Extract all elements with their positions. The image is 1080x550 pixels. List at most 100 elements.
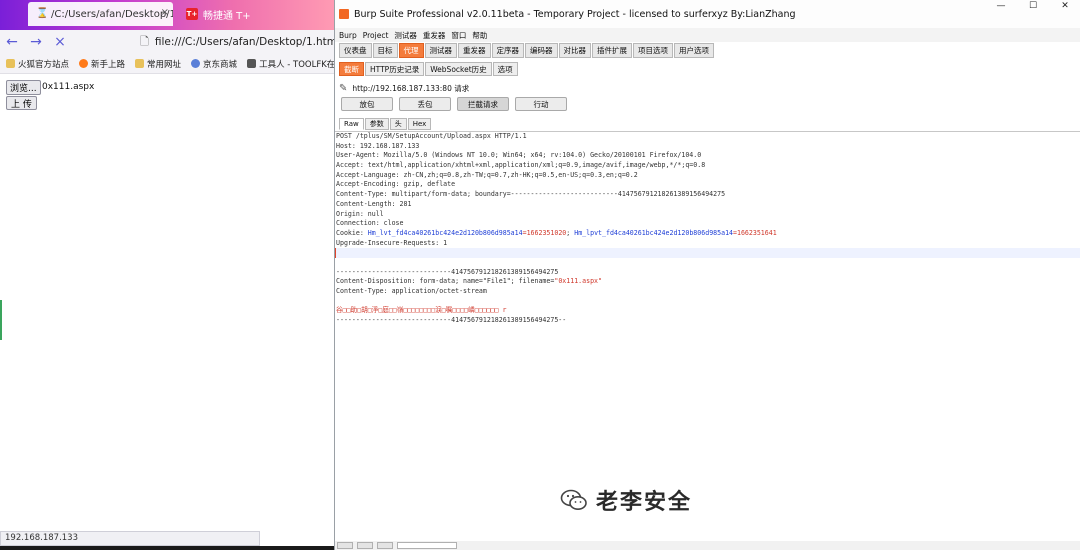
tab-target[interactable]: 目标 [372, 43, 398, 58]
minimize-button[interactable]: — [985, 0, 1017, 12]
back-button[interactable]: ← [0, 31, 24, 53]
request-line: Content-Type: multipart/form-data; bound… [336, 190, 726, 199]
tab-decoder[interactable]: 编码器 [525, 43, 558, 58]
intercept-actions: 放包 丢包 拦截请求 行动 [341, 97, 567, 111]
tab-dashboard[interactable]: 仪表盘 [339, 43, 372, 58]
menu-help[interactable]: 帮助 [472, 30, 487, 41]
help-icon[interactable] [337, 542, 353, 549]
tab-intercept[interactable]: 截断 [339, 62, 364, 76]
tab-sequencer[interactable]: 定序器 [491, 43, 524, 58]
minimize-icon: — [996, 1, 1006, 11]
previous-icon[interactable] [357, 542, 373, 549]
menu-bar: Burp Project 测试器 重发器 窗口 帮助 [335, 28, 1080, 42]
arrow-right-icon: → [30, 34, 42, 50]
taskbar-edge [260, 546, 334, 550]
tab-local-file[interactable]: ⌛ /C:/Users/afan/Desktop/1.ht × [28, 2, 173, 26]
search-field[interactable] [397, 542, 457, 549]
boundary-line: -----------------------------41475679121… [336, 316, 567, 325]
globe-icon [191, 59, 201, 68]
page-icon: 🗋 [140, 34, 149, 48]
firefox-icon [79, 59, 89, 68]
cookie-line: Cookie: Hm_lvt_fd4ca40261bc424e2d120b806… [336, 228, 777, 237]
request-line: Origin: null [336, 209, 384, 218]
navigation-toolbar: ← → × 🗋 file:///C:/Users/afan/Desktop/1.… [0, 30, 334, 54]
drop-button[interactable]: 丢包 [399, 97, 451, 111]
pencil-icon[interactable]: ✎ [339, 83, 347, 94]
arrow-left-icon: ← [6, 34, 18, 50]
tab-params[interactable]: 参数 [364, 118, 389, 130]
address-text: file:///C:/Users/afan/Desktop/1.html [154, 36, 334, 48]
editor-bottom-bar [335, 541, 1080, 550]
cookie-name: Hm_lpvt_fd4ca40261bc424e2d120b806d985a14 [574, 228, 734, 237]
request-line: Upgrade-Insecure-Requests: 1 [336, 238, 448, 247]
message-view-tabs: Raw 参数 头 Hex [339, 118, 432, 130]
cookie-value: =1662351020 [522, 228, 567, 237]
request-line: Host: 192.168.187.133 [336, 141, 420, 150]
page-content: 浏览... 0x111.aspx 上 传 [0, 74, 334, 530]
disposition-line: Content-Disposition: form-data; name="Fi… [336, 277, 602, 286]
menu-window[interactable]: 窗口 [451, 30, 466, 41]
bookmark-jd[interactable]: 京东商城 [191, 58, 237, 70]
burp-titlebar: Burp Suite Professional v2.0.11beta - Te… [335, 0, 1080, 28]
tab-proxy[interactable]: 代理 [398, 43, 424, 58]
folder-icon [6, 59, 15, 68]
request-line: Accept: text/html,application/xhtml+xml,… [336, 161, 706, 170]
window-controls: — ☐ ✕ [985, 0, 1080, 12]
burp-window: Burp Suite Professional v2.0.11beta - Te… [334, 0, 1080, 550]
bookmark-toolfk[interactable]: 工具人 - TOOLFK在... [247, 58, 334, 70]
close-button[interactable]: ✕ [1049, 0, 1080, 12]
tab-project-options[interactable]: 项目选项 [633, 43, 673, 58]
menu-intruder[interactable]: 测试器 [394, 30, 417, 41]
bookmark-common-sites[interactable]: 常用网址 [135, 58, 181, 70]
proxy-sub-tabs: 截断 HTTP历史记录 WebSocket历史 选项 [339, 62, 518, 77]
firefox-window: ⌛ /C:/Users/afan/Desktop/1.ht × T+ 畅捷通 T… [0, 0, 334, 546]
bookmark-getting-started[interactable]: 新手上路 [79, 58, 125, 70]
request-line: User-Agent: Mozilla/5.0 (Windows NT 10.0… [336, 151, 702, 160]
tab-close-icon[interactable]: × [161, 7, 169, 18]
tab-headers[interactable]: 头 [389, 118, 407, 130]
tab-http-history[interactable]: HTTP历史记录 [365, 62, 425, 76]
forward-button[interactable]: → [24, 31, 48, 53]
empty-line [335, 258, 1080, 268]
tab-hex[interactable]: Hex [407, 118, 432, 130]
request-line: POST /tplus/SM/SetupAccount/Upload.aspx … [336, 132, 527, 140]
intercept-toggle-button[interactable]: 拦截请求 [457, 97, 509, 111]
tab-chanjet[interactable]: T+ 畅捷通 T+ [178, 2, 278, 26]
address-bar[interactable]: 🗋 file:///C:/Users/afan/Desktop/1.html [140, 32, 334, 52]
bookmark-firefox-site[interactable]: 火狐官方站点 [6, 58, 69, 70]
bookmark-icon [247, 59, 257, 68]
tab-websocket-history[interactable]: WebSocket历史 [425, 62, 492, 76]
tab-raw[interactable]: Raw [339, 118, 364, 130]
window-edge [0, 300, 2, 340]
tab-label: 畅捷通 T+ [203, 10, 251, 22]
tool-tabs: 仪表盘 目标 代理 测试器 重发器 定序器 编码器 对比器 插件扩展 项目选项 … [339, 43, 714, 59]
request-line: Content-Length: 281 [336, 199, 412, 208]
next-icon[interactable] [377, 542, 393, 549]
stop-button[interactable]: × [48, 31, 72, 53]
maximize-button[interactable]: ☐ [1017, 0, 1049, 12]
tab-extender[interactable]: 插件扩展 [592, 43, 632, 58]
watermark-text: 老李安全 [596, 490, 693, 515]
maximize-icon: ☐ [1028, 1, 1038, 11]
menu-project[interactable]: Project [363, 31, 389, 40]
request-editor[interactable]: POST /tplus/SM/SetupAccount/Upload.aspx … [335, 131, 1080, 541]
action-button[interactable]: 行动 [515, 97, 567, 111]
request-line: Content-Type: application/octet-stream [336, 287, 487, 295]
empty-line [335, 248, 1080, 258]
tab-options[interactable]: 选项 [492, 62, 518, 76]
forward-button[interactable]: 放包 [341, 97, 393, 111]
menu-repeater[interactable]: 重发器 [423, 30, 446, 41]
folder-icon [135, 59, 145, 68]
menu-burp[interactable]: Burp [339, 31, 357, 40]
cookie-name: Hm_lvt_fd4ca40261bc424e2d120b806d985a14 [367, 228, 523, 237]
taskbar-edge [0, 546, 260, 550]
tab-user-options[interactable]: 用户选项 [674, 43, 714, 58]
upload-button[interactable]: 上 传 [6, 96, 37, 110]
request-info-bar: ✎ http://192.168.187.133:80 请求 [339, 82, 469, 94]
tab-intruder[interactable]: 测试器 [424, 43, 457, 58]
request-line: Accept-Encoding: gzip, deflate [336, 180, 456, 189]
tab-comparer[interactable]: 对比器 [558, 43, 591, 58]
tab-repeater[interactable]: 重发器 [458, 43, 491, 58]
browse-button[interactable]: 浏览... [6, 80, 41, 95]
request-line: Connection: close [336, 219, 404, 228]
